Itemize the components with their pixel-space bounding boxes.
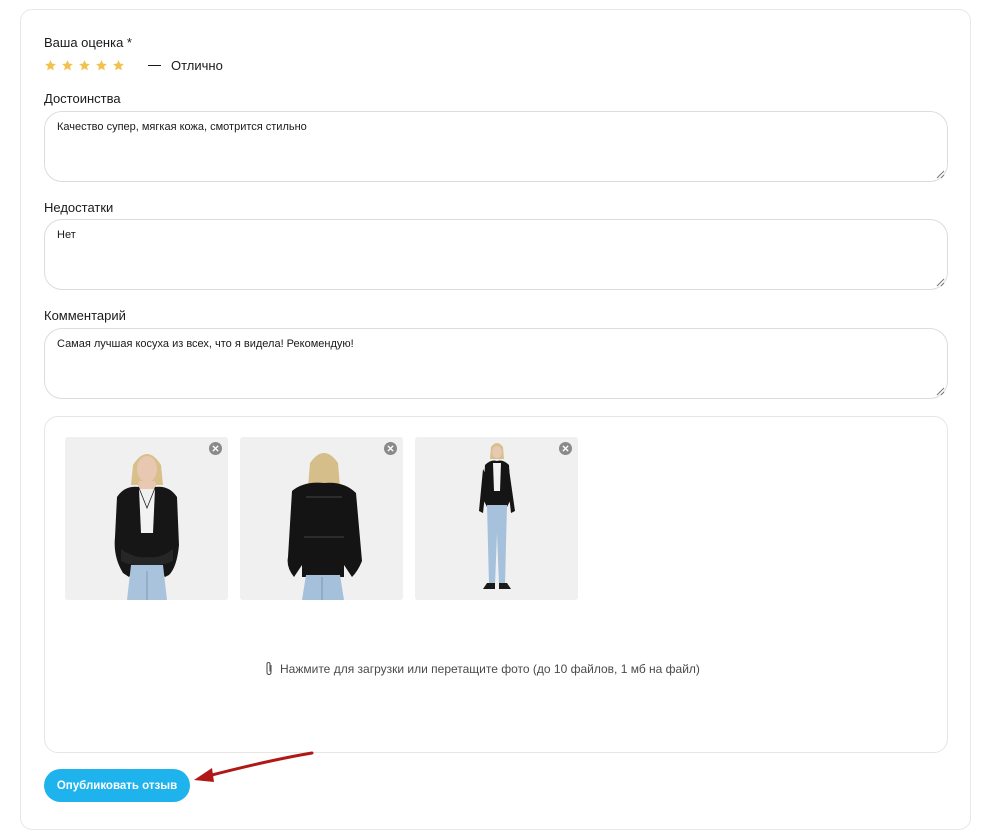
annotation-arrow-icon [194,751,314,782]
photo-thumbnail-full-length [415,437,578,600]
resize-grip-icon[interactable] [936,387,945,396]
photo-image [65,437,228,600]
resize-grip-icon[interactable] [936,170,945,179]
upload-hint-text: Нажмите для загрузки или перетащите фото… [280,661,700,676]
rating-dash [148,64,161,66]
pros-text: Качество супер, мягкая кожа, смотрится с… [57,121,307,133]
photo-image [240,437,403,600]
comment-textarea[interactable]: Самая лучшая косуха из всех, что я видел… [44,328,948,399]
close-icon [212,445,219,452]
star-icon[interactable] [61,59,74,72]
star-rating[interactable] [44,59,125,72]
comment-text: Самая лучшая косуха из всех, что я видел… [57,338,354,350]
cons-label: Недостатки [44,200,114,215]
star-icon[interactable] [112,59,125,72]
comment-label: Комментарий [44,308,126,323]
photo-thumbnail-front [65,437,228,600]
pros-label: Достоинства [44,91,121,106]
pros-textarea[interactable]: Качество супер, мягкая кожа, смотрится с… [44,111,948,182]
publish-review-button[interactable]: Опубликовать отзыв [44,769,190,802]
star-icon[interactable] [78,59,91,72]
remove-photo-button[interactable] [559,442,572,455]
cons-textarea[interactable]: Нет [44,219,948,290]
close-icon [387,445,394,452]
star-icon[interactable] [44,59,57,72]
rating-text: Отлично [171,57,223,73]
cons-text: Нет [57,229,76,241]
paperclip-icon [266,661,272,676]
remove-photo-button[interactable] [384,442,397,455]
resize-grip-icon[interactable] [936,278,945,287]
photo-image [415,437,578,600]
remove-photo-button[interactable] [209,442,222,455]
upload-hint[interactable]: Нажмите для загрузки или перетащите фото… [264,661,700,676]
close-icon [562,445,569,452]
rating-row: Отлично [44,57,223,73]
photo-thumbnail-back [240,437,403,600]
rating-label: Ваша оценка * [44,35,132,50]
star-icon[interactable] [95,59,108,72]
